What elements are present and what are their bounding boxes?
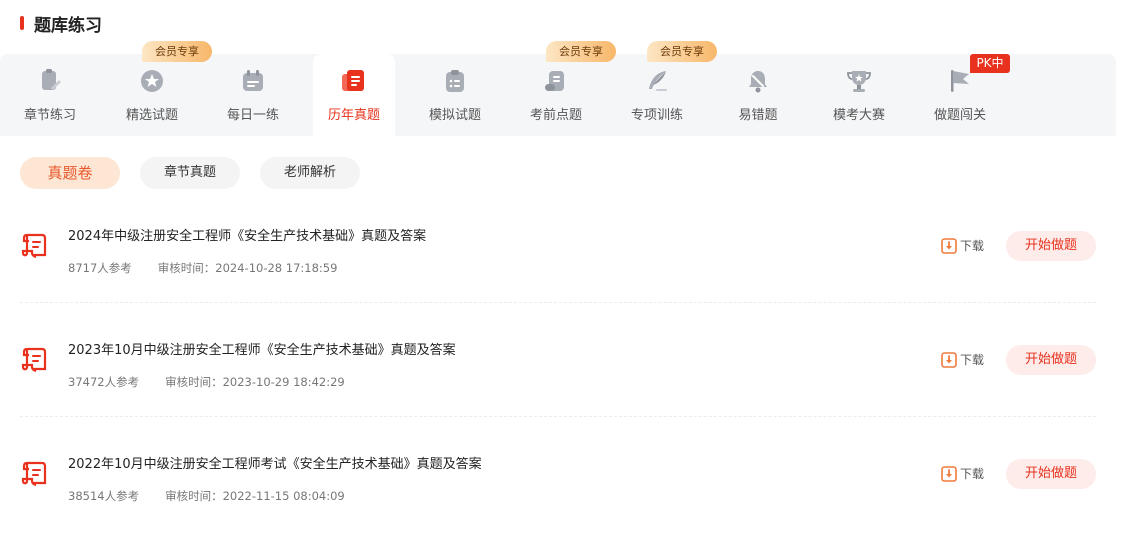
tab-error-prone[interactable]: 易错题 [718, 54, 798, 136]
title-accent-bar [20, 16, 24, 30]
download-icon [941, 465, 957, 482]
item-divider [20, 416, 1096, 417]
star-badge-icon [141, 70, 163, 92]
review-time: 审核时间：2023-10-29 18:42:29 [165, 375, 345, 389]
review-time: 审核时间：2024-10-28 17:18:59 [157, 261, 338, 275]
tab-label: 做题闯关 [933, 108, 986, 123]
download-label: 下载 [959, 239, 984, 253]
vip-badge: 会员专享 [647, 41, 717, 62]
tab-label: 模考大赛 [832, 108, 885, 123]
paper-title[interactable]: 2023年10月中级注册安全工程师《安全生产技术基础》真题及答案 [68, 339, 456, 358]
vip-badge: 会员专享 [546, 41, 616, 62]
download-label: 下载 [959, 467, 984, 481]
download-icon [941, 351, 957, 368]
participant-count: 38514人参考 [68, 489, 140, 503]
tab-label: 精选试题 [125, 108, 178, 123]
participant-count: 37472人参考 [68, 375, 140, 389]
bell-off-icon [749, 71, 767, 93]
filter-past-papers[interactable]: 真题卷 [20, 157, 120, 189]
download-label: 下载 [959, 353, 984, 367]
paper-doc-icon [21, 347, 47, 373]
start-practice-button[interactable]: 开始做题 [1006, 459, 1096, 489]
paper-meta: 8717人参考 审核时间：2024-10-28 17:18:59 [68, 260, 337, 276]
review-time: 审核时间：2022-11-15 08:04:09 [165, 489, 345, 503]
tab-label: 易错题 [738, 108, 778, 123]
start-practice-button[interactable]: 开始做题 [1006, 345, 1096, 375]
filter-chapter-papers[interactable]: 章节真题 [140, 157, 240, 189]
paper-title[interactable]: 2024年中级注册安全工程师《安全生产技术基础》真题及答案 [68, 225, 426, 244]
tab-mock-contest[interactable]: 模考大赛 [819, 54, 899, 136]
paper-meta: 38514人参考 审核时间：2022-11-15 08:04:09 [68, 488, 345, 504]
vip-badge: 会员专享 [142, 41, 212, 62]
item-divider [20, 302, 1096, 303]
tab-chapter-practice[interactable]: 章节练习 [10, 54, 90, 136]
paper-doc-icon [21, 233, 47, 259]
page-title: 题库练习 [34, 15, 102, 36]
download-button[interactable]: 下载 [941, 351, 984, 368]
filter-teacher-analysis[interactable]: 老师解析 [260, 157, 360, 189]
tab-label: 专项训练 [630, 108, 683, 123]
participant-count: 8717人参考 [68, 261, 132, 275]
list-item: 2024年中级注册安全工程师《安全生产技术基础》真题及答案 8717人参考 审核时… [20, 203, 1096, 317]
tab-selected-questions[interactable]: 精选试题 [112, 54, 192, 136]
chapter-icon [42, 69, 61, 90]
past-papers-icon [342, 70, 364, 91]
download-button[interactable]: 下载 [941, 237, 984, 254]
download-button[interactable]: 下载 [941, 465, 984, 482]
paper-doc-icon [21, 461, 47, 487]
clipboard-icon [446, 70, 464, 92]
tab-label: 每日一练 [226, 108, 279, 123]
page-header: 题库练习 [20, 10, 102, 36]
practice-tabs: 章节练习 精选试题 每日一练 历年真题 模拟试题 考前点题 专项训练 易错题 模… [0, 54, 1116, 136]
download-icon [941, 237, 957, 254]
tab-label: 模拟试题 [428, 108, 481, 123]
tab-pre-exam-tips[interactable]: 考前点题 [516, 54, 596, 136]
tab-daily-practice[interactable]: 每日一练 [213, 54, 293, 136]
tab-label: 章节练习 [23, 108, 76, 123]
tab-mock-questions[interactable]: 模拟试题 [415, 54, 495, 136]
list-item: 2023年10月中级注册安全工程师《安全生产技术基础》真题及答案 37472人参… [20, 317, 1096, 431]
tab-special-training[interactable]: 专项训练 [617, 54, 697, 136]
pk-badge: PK中 [970, 54, 1010, 73]
tab-label: 考前点题 [529, 108, 582, 123]
tab-past-papers[interactable]: 历年真题 [313, 54, 395, 136]
paper-meta: 37472人参考 审核时间：2023-10-29 18:42:29 [68, 374, 345, 390]
start-practice-button[interactable]: 开始做题 [1006, 231, 1096, 261]
tab-label: 历年真题 [327, 108, 380, 123]
quill-icon [649, 71, 667, 91]
scroll-icon [545, 71, 564, 91]
trophy-icon [847, 71, 871, 92]
paper-title[interactable]: 2022年10月中级注册安全工程师考试《安全生产技术基础》真题及答案 [68, 453, 482, 472]
calendar-icon [243, 70, 263, 91]
